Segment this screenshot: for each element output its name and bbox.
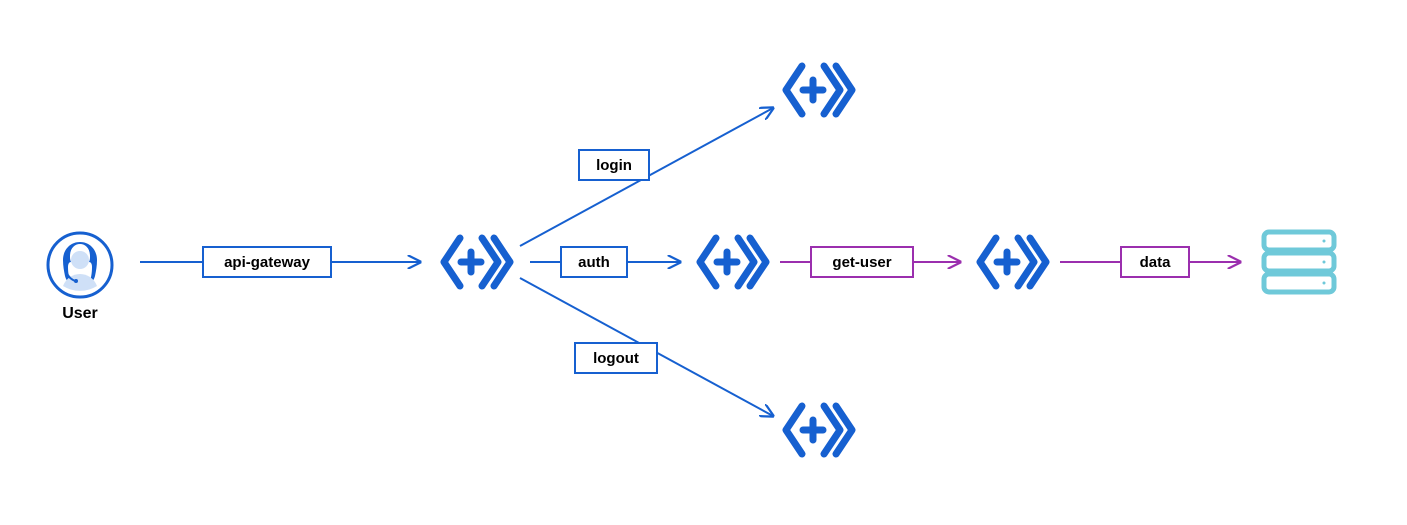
- edge-label-login: login: [578, 149, 650, 181]
- route-icon-logout: [780, 400, 858, 465]
- edge-label-logout: logout: [574, 342, 658, 374]
- user-icon: [45, 230, 115, 300]
- edge-label-auth: auth: [560, 246, 628, 278]
- route-icon-login: [780, 60, 858, 125]
- edge-label-data: data: [1120, 246, 1190, 278]
- database-icon: [1258, 226, 1340, 303]
- edge-label-get-user: get-user: [810, 246, 914, 278]
- architecture-diagram: User: [0, 0, 1407, 525]
- route-icon-gateway: [438, 232, 516, 297]
- edge-label-api-gateway: api-gateway: [202, 246, 332, 278]
- route-icon-getuser: [974, 232, 1052, 297]
- user-caption: User: [50, 305, 110, 323]
- route-icon-auth: [694, 232, 772, 297]
